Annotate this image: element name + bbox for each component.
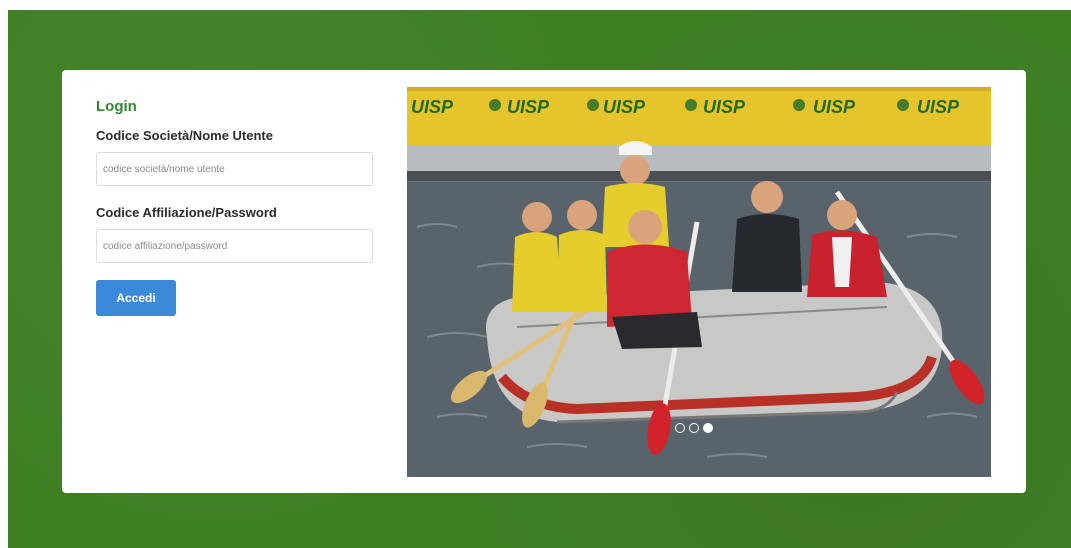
banner-logo: UISP: [603, 97, 646, 117]
password-label: Codice Affiliazione/Password: [96, 205, 277, 220]
username-input[interactable]: [96, 152, 373, 186]
carousel-dot[interactable]: [689, 423, 699, 433]
banner-logo: UISP: [917, 97, 960, 117]
banner-logo: UISP: [703, 97, 746, 117]
banner-logo: UISP: [813, 97, 856, 117]
password-input[interactable]: [96, 229, 373, 263]
login-form: Login Codice Società/Nome Utente Codice …: [96, 98, 386, 316]
carousel-indicators: [675, 423, 713, 437]
carousel-dot[interactable]: [675, 423, 685, 433]
login-title: Login: [96, 98, 137, 115]
carousel-dot-active[interactable]: [703, 423, 713, 433]
raft-photo: UISP UISP UISP UISP UISP UISP: [407, 87, 991, 477]
login-card: Login Codice Società/Nome Utente Codice …: [62, 70, 1026, 493]
image-carousel: UISP UISP UISP UISP UISP UISP: [407, 87, 991, 477]
login-button[interactable]: Accedi: [96, 280, 176, 316]
username-label: Codice Società/Nome Utente: [96, 128, 273, 143]
banner-logo: UISP: [507, 97, 550, 117]
banner-logo: UISP: [411, 97, 454, 117]
